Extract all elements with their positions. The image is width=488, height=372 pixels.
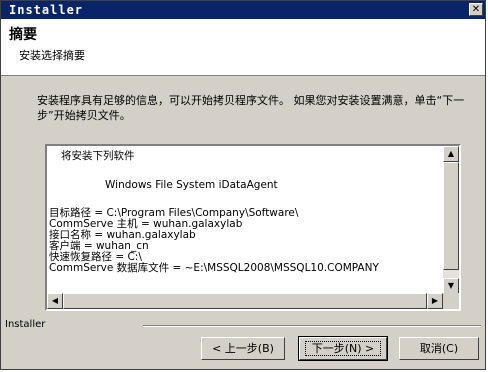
summary-heading: 将安装下列软件 bbox=[61, 150, 135, 162]
installer-label: Installer bbox=[5, 319, 46, 330]
horizontal-scroll-thumb[interactable] bbox=[63, 293, 427, 309]
header-panel: 摘要 安装选择摘要 bbox=[1, 19, 485, 76]
summary-line: CommServe 数据库文件 = ~E:\MSSQL2008\MSSQL10.… bbox=[49, 262, 379, 274]
window-title: Installer bbox=[9, 3, 84, 17]
close-icon[interactable]: ✕ bbox=[469, 3, 483, 16]
vertical-scroll-thumb[interactable] bbox=[443, 162, 459, 270]
scroll-right-icon[interactable]: ▶ bbox=[427, 293, 443, 309]
cancel-button[interactable]: 取消(C) bbox=[399, 337, 479, 360]
title-bar[interactable]: Installer ✕ bbox=[1, 1, 485, 19]
summary-text[interactable]: 将安装下列软件 Windows File System iDataAgent 目… bbox=[49, 150, 445, 290]
summary-product: Windows File System iDataAgent bbox=[105, 179, 278, 191]
scroll-up-icon[interactable]: ▲ bbox=[443, 146, 459, 162]
page-subtitle: 安装选择摘要 bbox=[19, 49, 85, 62]
scroll-left-icon[interactable]: ◀ bbox=[47, 293, 63, 309]
footer-divider bbox=[143, 325, 481, 327]
next-button-label: 下一步(N) > bbox=[304, 341, 382, 356]
scroll-corner bbox=[443, 293, 459, 309]
summary-box[interactable]: 将安装下列软件 Windows File System iDataAgent 目… bbox=[45, 144, 461, 311]
description-text: 安装程序具有足够的信息，可以开始拷贝程序文件。 如果您对安装设置满意，单击“下一… bbox=[37, 94, 465, 122]
horizontal-scrollbar[interactable]: ◀ ▶ bbox=[47, 293, 443, 309]
next-button[interactable]: 下一步(N) > bbox=[298, 336, 388, 361]
back-button-label: < 上一步(B) bbox=[212, 342, 274, 355]
vertical-scrollbar[interactable]: ▲ ▼ bbox=[443, 146, 459, 294]
page-title: 摘要 bbox=[9, 27, 37, 43]
back-button[interactable]: < 上一步(B) bbox=[201, 337, 285, 360]
scroll-down-icon[interactable]: ▼ bbox=[443, 278, 459, 294]
installer-window: Installer ✕ 摘要 安装选择摘要 安装程序具有足够的信息，可以开始拷贝… bbox=[0, 0, 486, 370]
cancel-button-label: 取消(C) bbox=[419, 342, 459, 355]
